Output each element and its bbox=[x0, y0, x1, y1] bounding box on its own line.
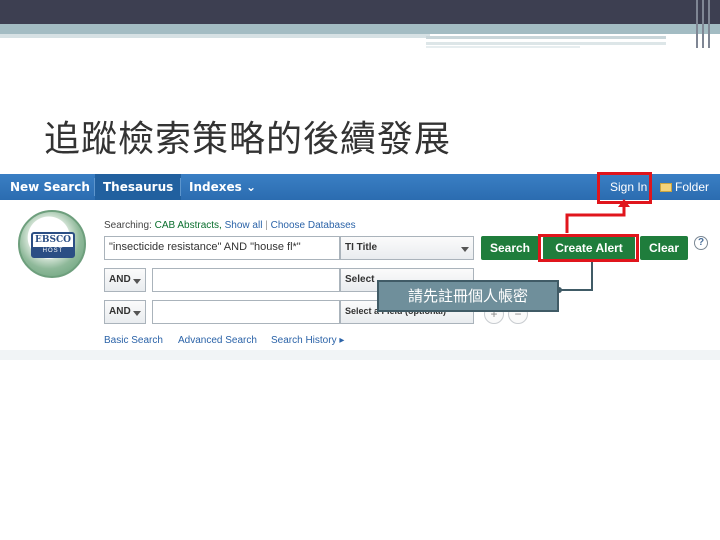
slide-accent-line-light bbox=[0, 34, 430, 38]
screenshot-bottom-band bbox=[0, 350, 720, 360]
nav-indexes[interactable]: Indexes ⌄ bbox=[189, 174, 256, 200]
database-name: CAB Abstracts, bbox=[154, 220, 222, 231]
slide-corner-lines bbox=[692, 0, 720, 48]
chevron-down-icon bbox=[133, 311, 141, 316]
basic-search-link[interactable]: Basic Search bbox=[104, 335, 163, 346]
search-input-3[interactable] bbox=[152, 300, 340, 324]
slide-decoration-bars bbox=[426, 34, 720, 50]
boolean-select-3-value: AND bbox=[109, 306, 131, 317]
logo-text-top: EBSCO bbox=[35, 235, 71, 245]
folder-label: Folder bbox=[675, 180, 710, 194]
callout-tooltip: 請先註冊個人帳密 bbox=[377, 280, 559, 312]
chevron-down-icon bbox=[133, 279, 141, 284]
create-alert-highlight bbox=[538, 234, 639, 262]
slide-top-bar bbox=[0, 0, 720, 24]
search-button[interactable]: Search bbox=[481, 236, 539, 260]
searching-line: Searching: CAB Abstracts, Show all | Cho… bbox=[104, 220, 356, 231]
help-icon[interactable]: ? bbox=[694, 236, 708, 250]
search-input-1[interactable]: "insecticide resistance" AND "house fl*" bbox=[104, 236, 340, 260]
sign-in-highlight bbox=[597, 172, 652, 204]
logo-text-bottom: HOST bbox=[33, 247, 73, 256]
show-all-link[interactable]: Show all bbox=[225, 220, 263, 231]
boolean-select-3[interactable]: AND bbox=[104, 300, 146, 324]
boolean-select-2-value: AND bbox=[109, 274, 131, 285]
clear-button[interactable]: Clear bbox=[640, 236, 688, 260]
slide-title: 追蹤檢索策略的後續發展 bbox=[44, 119, 452, 160]
boolean-select-2[interactable]: AND bbox=[104, 268, 146, 292]
field-select-1-value: TI Title bbox=[345, 242, 378, 253]
nav-new-search[interactable]: New Search bbox=[10, 174, 90, 200]
folder-link[interactable]: Folder bbox=[660, 174, 709, 200]
advanced-search-link[interactable]: Advanced Search bbox=[178, 335, 257, 346]
search-input-2[interactable] bbox=[152, 268, 340, 292]
chevron-down-icon bbox=[461, 247, 469, 252]
chevron-down-icon: ⌄ bbox=[245, 180, 257, 194]
slide-accent-line bbox=[0, 24, 720, 34]
nav-indexes-label: Indexes bbox=[189, 180, 242, 194]
choose-databases-link[interactable]: Choose Databases bbox=[271, 220, 356, 231]
folder-icon bbox=[660, 183, 672, 192]
searching-label: Searching: bbox=[104, 220, 152, 231]
search-history-link[interactable]: Search History ▸ bbox=[271, 335, 344, 346]
field-select-1[interactable]: TI Title bbox=[340, 236, 474, 260]
nav-thesaurus[interactable]: Thesaurus bbox=[95, 174, 182, 200]
ebsco-host-logo: EBSCO HOST bbox=[18, 210, 86, 278]
